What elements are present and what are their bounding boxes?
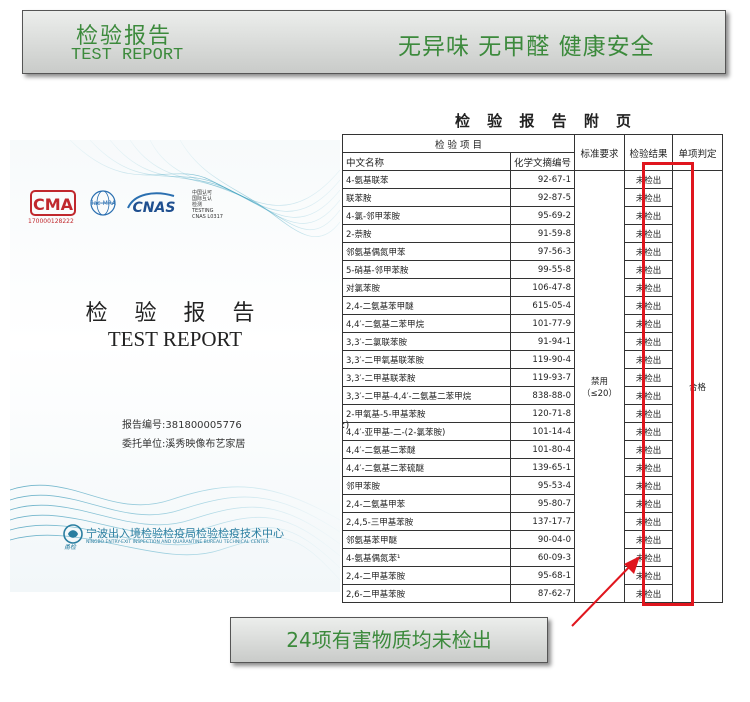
- substance-name: 3,3′-二甲氧基联苯胺: [342, 350, 511, 369]
- substance-name: 4,4′-二氨基二苯醚: [342, 440, 511, 459]
- appendix-title: 检 验 报 告 附 页: [454, 112, 638, 130]
- substance-name: 2,4-二甲基苯胺: [342, 566, 511, 585]
- cma-logo-icon: CMA: [30, 190, 76, 216]
- substance-name: 4-氯-邻甲苯胺: [342, 206, 511, 225]
- cas-number: 101-14-4: [509, 422, 576, 441]
- header-item: 检 验 项 目: [341, 134, 576, 153]
- cas-number: 120-71-8: [509, 404, 576, 423]
- cas-number: 95-53-4: [509, 476, 576, 495]
- substance-name: 3,3′-二甲基联苯胺: [342, 368, 511, 387]
- certification-logos: CMA 170000128222 ilac-MRA CNAS 中国认可 国际互认…: [28, 188, 330, 228]
- svg-text:ilac-MRA: ilac-MRA: [90, 200, 117, 207]
- cas-number: 97-56-3: [509, 242, 576, 261]
- cma-number: 170000128222: [28, 218, 74, 225]
- substance-name: 4,4′-二氨基二苯硫醚: [342, 458, 511, 477]
- banner-slogan: 无异味 无甲醛 健康安全: [398, 34, 655, 60]
- header-standard: 标准要求: [574, 134, 626, 171]
- substance-name: 4,4′-二氨基二苯甲烷: [342, 314, 511, 333]
- cover-title-cn: 检 验 报 告: [85, 301, 265, 326]
- svg-text:CMA: CMA: [33, 195, 74, 214]
- cas-number: 139-65-1: [509, 458, 576, 477]
- cas-number: 95-69-2: [509, 206, 576, 225]
- substance-name: 2-甲氧基-5-甲基苯胺: [342, 404, 511, 423]
- organization-brand: 甬检: [64, 544, 77, 551]
- organization-name-en: NINGBO ENTRY-EXIT INSPECTION AND QUARANT…: [86, 540, 269, 545]
- cas-number: 90-04-0: [509, 530, 576, 549]
- substance-name: 3,3′-二甲基-4,4′-二氨基二苯甲烷: [342, 386, 511, 405]
- cas-number: 137-17-7: [509, 512, 576, 531]
- substance-name: 4-氨基联苯: [342, 170, 511, 189]
- cnas-logo-icon: CNAS: [127, 192, 176, 216]
- top-banner: 检验报告 TEST REPORT 无异味 无甲醛 健康安全: [22, 10, 726, 74]
- issuing-organization: 宁波出入境检验检疫局检验检疫技术中心 NINGBO ENTRY-EXIT INS…: [62, 523, 332, 553]
- substance-name: 邻氨基偶氮甲苯: [342, 242, 511, 261]
- substance-name: 联苯胺: [342, 188, 511, 207]
- header-cas: 化学文摘编号: [509, 152, 576, 171]
- cover-title-en: TEST REPORT: [107, 327, 243, 351]
- cas-number: 92-67-1: [509, 170, 576, 189]
- substance-name: 对氯苯胺: [342, 278, 511, 297]
- cas-number: 838-88-0: [509, 386, 576, 405]
- substance-name: 3,3′-二氯联苯胺: [342, 332, 511, 351]
- svg-text:CNAS: CNAS: [133, 200, 176, 216]
- header-cn-name: 中文名称: [342, 152, 511, 171]
- cas-number: 101-80-4: [509, 440, 576, 459]
- standard-requirement: 禁用 （≤20）: [574, 170, 626, 603]
- cas-number: 119-93-7: [509, 368, 576, 387]
- organization-name: 宁波出入境检验检疫局检验检疫技术中心: [86, 527, 284, 540]
- report-number: 报告编号:381800005776: [122, 420, 242, 431]
- cas-number: 119-90-4: [509, 350, 576, 369]
- substance-name: 邻氨基苯甲醚: [342, 530, 511, 549]
- substance-name: 2,4-二氨基苯甲醚: [342, 296, 511, 315]
- substance-name: 4,4′-亚甲基-二-(2-氯苯胺): [342, 422, 511, 441]
- cas-number: 91-59-8: [509, 224, 576, 243]
- substance-name: 邻甲苯胺: [342, 476, 511, 495]
- cas-number: 101-77-9: [509, 314, 576, 333]
- ilac-mra-logo-icon: ilac-MRA: [90, 190, 117, 216]
- substance-name: 2,4,5-三甲基苯胺: [342, 512, 511, 531]
- banner-title-en: TEST REPORT: [71, 46, 184, 65]
- substance-name: 4-氨基偶氮苯¹: [342, 548, 511, 567]
- bottom-caption: 24项有害物质均未检出: [230, 617, 548, 663]
- substance-name: 2,6-二甲基苯胺: [342, 584, 511, 603]
- red-arrow-icon: [571, 556, 640, 627]
- cas-number: 615-05-4: [509, 296, 576, 315]
- cas-number: 95-80-7: [509, 494, 576, 513]
- results-highlight-box: [642, 162, 694, 606]
- report-cover: CMA 170000128222 ilac-MRA CNAS 中国认可 国际互认…: [10, 140, 340, 592]
- substance-name: 2-萘胺: [342, 224, 511, 243]
- cas-number: 91-94-1: [509, 332, 576, 351]
- substance-name: 5-硝基-邻甲苯胺: [342, 260, 511, 279]
- cas-number: 92-87-5: [509, 188, 576, 207]
- cnas-text: 中国认可 国际互认 检测 TESTING CNAS L0317: [192, 190, 223, 220]
- cas-number: 106-47-8: [509, 278, 576, 297]
- substance-name: 2,4-二氨基甲苯: [342, 494, 511, 513]
- client-name: 委托单位:溪秀映像布艺家居: [122, 439, 246, 450]
- cas-number: 99-55-8: [509, 260, 576, 279]
